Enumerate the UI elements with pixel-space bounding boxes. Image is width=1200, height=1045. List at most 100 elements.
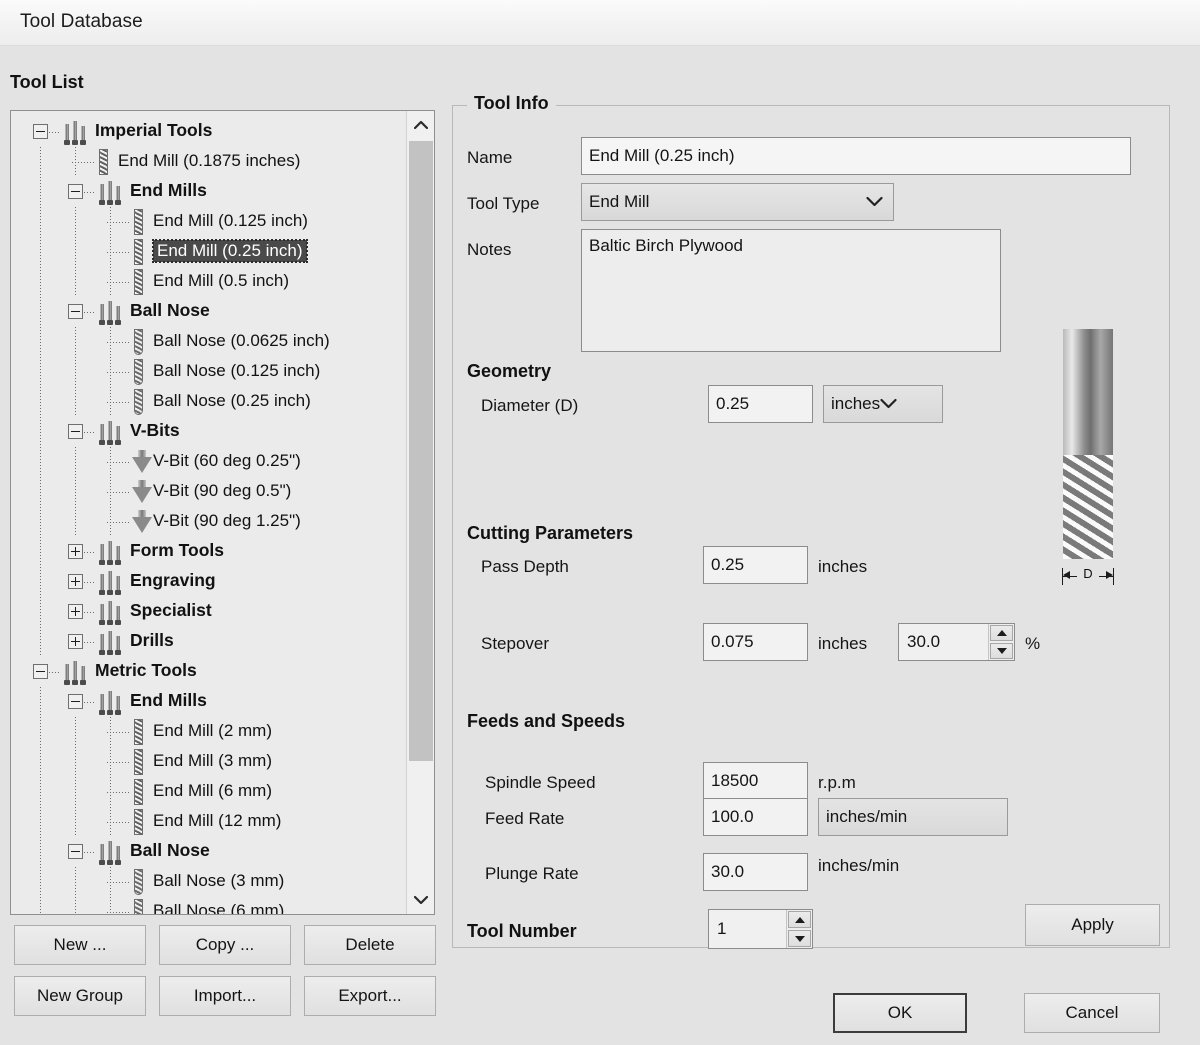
- cancel-button[interactable]: Cancel: [1024, 993, 1160, 1033]
- scroll-up-button[interactable]: [407, 111, 435, 139]
- stepover-input[interactable]: 0.075: [703, 623, 808, 661]
- tree-guide-line: [75, 357, 76, 387]
- tree-guide-line: [40, 267, 41, 297]
- expand-icon[interactable]: [68, 544, 83, 559]
- tool-info-title: Tool Info: [467, 93, 556, 114]
- collapse-icon[interactable]: [68, 184, 83, 199]
- tree-tool-row[interactable]: End Mill (12 mm): [11, 807, 407, 837]
- new-group-button[interactable]: New Group: [14, 976, 146, 1016]
- copy-tool-button[interactable]: Copy ...: [159, 925, 291, 965]
- tree-group-row[interactable]: Ball Nose: [11, 837, 407, 867]
- tree-connector-line: [84, 552, 96, 553]
- tree-group-row[interactable]: Specialist: [11, 597, 407, 627]
- stepover-percent-arrows[interactable]: [988, 624, 1014, 660]
- tree-tool-row[interactable]: End Mill (3 mm): [11, 747, 407, 777]
- diameter-units-select[interactable]: inches: [823, 385, 943, 423]
- scroll-down-button[interactable]: [407, 886, 435, 914]
- stepover-percent-increment[interactable]: [990, 625, 1013, 641]
- notes-textarea[interactable]: Baltic Birch Plywood: [581, 229, 1001, 352]
- tree-tool-row[interactable]: Ball Nose (6 mm): [11, 897, 407, 915]
- collapse-icon[interactable]: [33, 664, 48, 679]
- tool-list-heading: Tool List: [10, 72, 84, 93]
- tree-tool-row[interactable]: End Mill (0.5 inch): [11, 267, 407, 297]
- tree-tool-row[interactable]: End Mill (0.125 inch): [11, 207, 407, 237]
- feed-rate-units-select[interactable]: inches/min: [818, 798, 1008, 836]
- tool-number-spinner[interactable]: 1: [708, 909, 813, 949]
- tree-guide-line: [75, 327, 76, 357]
- tree-guide-line: [40, 837, 41, 867]
- triangle-up-icon: [795, 917, 805, 923]
- new-tool-button[interactable]: New ...: [14, 925, 146, 965]
- stepover-percent-value[interactable]: 30.0: [899, 624, 988, 660]
- tree-tool-row[interactable]: End Mill (2 mm): [11, 717, 407, 747]
- tree-tool-row[interactable]: Ball Nose (0.0625 inch): [11, 327, 407, 357]
- tree-row-label: Imperial Tools: [95, 122, 212, 140]
- end-mill-icon: [131, 239, 146, 265]
- ball-nose-icon: [131, 869, 146, 895]
- tool-number-arrows[interactable]: [786, 910, 812, 948]
- tree-group-row[interactable]: Form Tools: [11, 537, 407, 567]
- tree-group-row[interactable]: Engraving: [11, 567, 407, 597]
- scroll-thumb[interactable]: [409, 141, 433, 761]
- tree-group-row[interactable]: Drills: [11, 627, 407, 657]
- pass-depth-input[interactable]: 0.25: [703, 546, 808, 584]
- name-label: Name: [467, 148, 512, 168]
- tool-number-value[interactable]: 1: [709, 910, 786, 948]
- tree-guide-line: [40, 327, 41, 357]
- tool-list-tree-panel[interactable]: Imperial ToolsEnd Mill (0.1875 inches)En…: [10, 110, 435, 915]
- tool-group-icon: [98, 421, 124, 443]
- tree-group-row[interactable]: End Mills: [11, 687, 407, 717]
- tree-vertical-scrollbar[interactable]: [406, 111, 434, 914]
- tree-group-row[interactable]: V-Bits: [11, 417, 407, 447]
- tree-group-row[interactable]: Ball Nose: [11, 297, 407, 327]
- expand-icon[interactable]: [68, 634, 83, 649]
- import-button[interactable]: Import...: [159, 976, 291, 1016]
- tree-tool-row[interactable]: Ball Nose (0.25 inch): [11, 387, 407, 417]
- feed-rate-input[interactable]: 100.0: [703, 798, 808, 836]
- tree-group-row[interactable]: Imperial Tools: [11, 117, 407, 147]
- tree-row-label: V-Bit (60 deg 0.25"): [153, 452, 301, 469]
- collapse-icon[interactable]: [68, 694, 83, 709]
- tree-tool-row[interactable]: End Mill (0.1875 inches): [11, 147, 407, 177]
- tree-tool-row[interactable]: Ball Nose (0.125 inch): [11, 357, 407, 387]
- tree-tool-row[interactable]: V-Bit (90 deg 1.25"): [11, 507, 407, 537]
- stepover-percent-spinner[interactable]: 30.0: [898, 623, 1015, 661]
- expand-icon[interactable]: [68, 604, 83, 619]
- tree-guide-line: [40, 717, 41, 747]
- tool-shank: [1063, 329, 1113, 457]
- collapse-icon[interactable]: [68, 304, 83, 319]
- ball-nose-icon: [131, 359, 146, 385]
- tree-tool-row[interactable]: V-Bit (60 deg 0.25"): [11, 447, 407, 477]
- collapse-icon[interactable]: [68, 844, 83, 859]
- tool-group-icon: [98, 601, 124, 623]
- apply-button[interactable]: Apply: [1025, 904, 1160, 946]
- diameter-input[interactable]: 0.25: [708, 385, 813, 423]
- tree-tool-row[interactable]: V-Bit (90 deg 0.5"): [11, 477, 407, 507]
- tree-row-label: Ball Nose (0.25 inch): [153, 392, 311, 409]
- tree-row-label: End Mill (0.25 inch): [153, 240, 307, 262]
- expand-icon[interactable]: [68, 574, 83, 589]
- name-input[interactable]: End Mill (0.25 inch): [581, 137, 1131, 175]
- tree-guide-line: [110, 507, 111, 537]
- tool-number-decrement[interactable]: [788, 930, 811, 947]
- delete-tool-button[interactable]: Delete: [304, 925, 436, 965]
- tree-tool-row[interactable]: Ball Nose (3 mm): [11, 867, 407, 897]
- tree-group-row[interactable]: End Mills: [11, 177, 407, 207]
- plunge-rate-input[interactable]: 30.0: [703, 853, 808, 891]
- ok-button[interactable]: OK: [833, 993, 967, 1033]
- tool-number-increment[interactable]: [788, 911, 811, 928]
- tool-type-select[interactable]: End Mill: [581, 183, 894, 221]
- tree-guide-line: [40, 147, 41, 177]
- tree-row-label: Ball Nose: [130, 842, 210, 860]
- collapse-icon[interactable]: [33, 124, 48, 139]
- tree-group-row[interactable]: Metric Tools: [11, 657, 407, 687]
- spindle-speed-input[interactable]: 18500: [703, 762, 808, 800]
- tool-tree[interactable]: Imperial ToolsEnd Mill (0.1875 inches)En…: [11, 111, 407, 914]
- collapse-icon[interactable]: [68, 424, 83, 439]
- tool-type-label: Tool Type: [467, 194, 539, 214]
- tree-tool-row[interactable]: End Mill (6 mm): [11, 777, 407, 807]
- tree-guide-line: [75, 237, 76, 267]
- stepover-percent-decrement[interactable]: [990, 643, 1013, 659]
- export-button[interactable]: Export...: [304, 976, 436, 1016]
- tree-tool-row[interactable]: End Mill (0.25 inch): [11, 237, 407, 267]
